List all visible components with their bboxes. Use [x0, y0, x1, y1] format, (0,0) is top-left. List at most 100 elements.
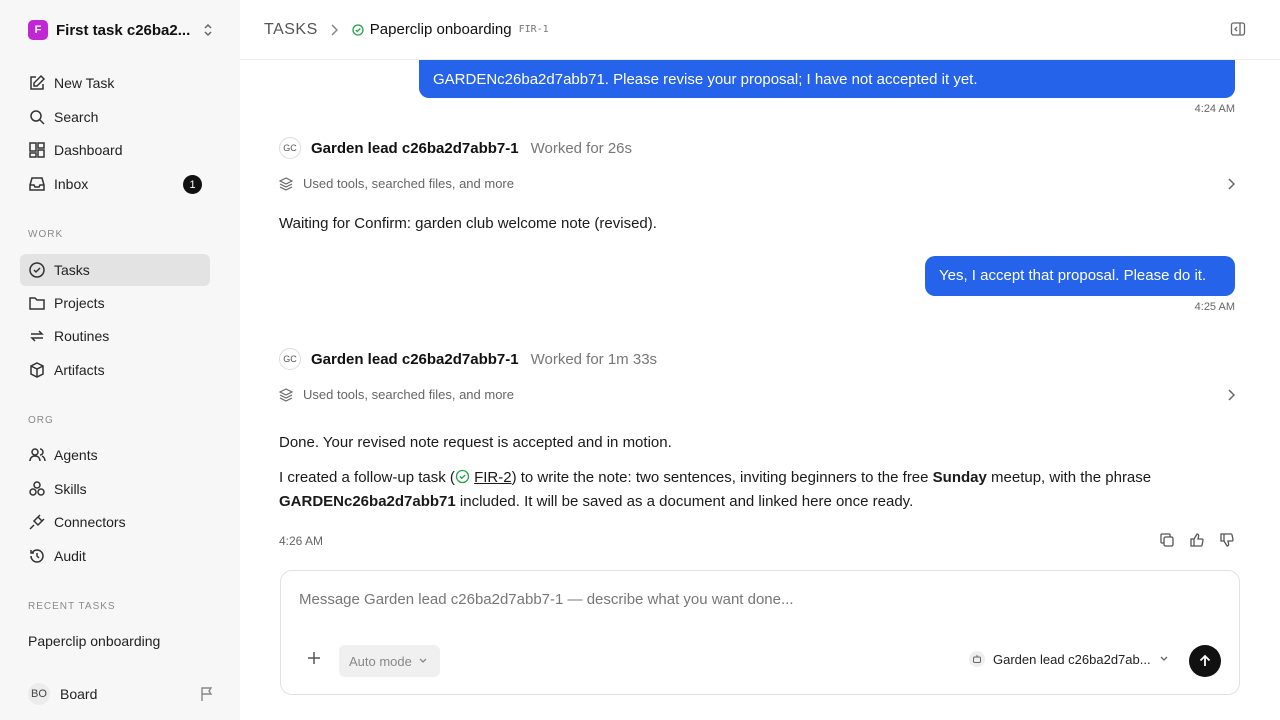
- recent-task-item[interactable]: Paperclip onboarding: [28, 633, 160, 649]
- bot-icon: [969, 651, 985, 667]
- breadcrumb-root[interactable]: TASKS: [264, 21, 318, 39]
- send-button[interactable]: [1189, 645, 1221, 677]
- message-time: 4:25 AM: [1194, 301, 1235, 313]
- nav-label: Inbox: [54, 176, 89, 192]
- nav-search[interactable]: Search: [20, 101, 210, 133]
- section-label-work: WORK: [28, 229, 64, 240]
- message-text: Yes, I accept that proposal. Please do i…: [939, 267, 1207, 284]
- bold-text: Sunday: [932, 469, 987, 486]
- repeat-icon: [28, 327, 46, 345]
- nav-inbox[interactable]: Inbox 1: [20, 168, 210, 200]
- nav-label: Skills: [54, 481, 87, 497]
- run-duration: Worked for 1m 33s: [530, 350, 658, 368]
- tools-summary-label: Used tools, searched files, and more: [303, 176, 514, 191]
- edit-icon: [28, 74, 46, 92]
- message-time: 4:24 AM: [1194, 103, 1235, 115]
- nav-label: Routines: [54, 328, 110, 344]
- tools-summary-row[interactable]: Used tools, searched files, and more: [279, 176, 1235, 191]
- thread: GARDENc26ba2d7abb71. Please revise your …: [240, 38, 1280, 720]
- check-circle-icon: [28, 261, 46, 279]
- tools-summary-label: Used tools, searched files, and more: [303, 387, 514, 402]
- plus-icon[interactable]: [307, 651, 321, 665]
- agent-run-header: GC Garden lead c26ba2d7abb7-1 Worked for…: [279, 137, 632, 159]
- mode-label: Auto mode: [349, 653, 412, 669]
- user-message-bubble: Yes, I accept that proposal. Please do i…: [925, 256, 1235, 296]
- workspace-name: First task c26ba2...: [56, 21, 191, 39]
- workspace-logo: F: [28, 20, 48, 40]
- users-icon: [28, 446, 46, 464]
- mode-select[interactable]: Auto mode: [339, 645, 440, 677]
- nav-tasks[interactable]: Tasks: [20, 254, 210, 286]
- agent-run-header: GC Garden lead c26ba2d7abb7-1 Worked for…: [279, 348, 657, 370]
- panel-toggle-icon[interactable]: [1230, 21, 1246, 37]
- nav-dashboard[interactable]: Dashboard: [20, 134, 210, 166]
- avatar: GC: [279, 348, 301, 370]
- board-label: Board: [60, 686, 98, 702]
- message-input[interactable]: [299, 591, 1199, 608]
- message-text: GARDENc26ba2d7abb71. Please revise your …: [433, 71, 978, 88]
- nav-label: Artifacts: [54, 362, 105, 378]
- status-done-icon: [352, 23, 364, 36]
- section-label-org: ORG: [28, 415, 54, 426]
- nav-new-task[interactable]: New Task: [20, 67, 210, 99]
- layers-icon: [279, 387, 293, 402]
- text-segment: included. It will be saved as a document…: [455, 493, 914, 510]
- nav-label: New Task: [54, 75, 115, 91]
- nav-label: Dashboard: [54, 142, 123, 158]
- thumbs-up-icon[interactable]: [1189, 532, 1205, 548]
- message-actions: [1159, 532, 1235, 548]
- tools-summary-row[interactable]: Used tools, searched files, and more: [279, 387, 1235, 402]
- nav-connectors[interactable]: Connectors: [20, 506, 210, 538]
- nav-skills[interactable]: Skills: [20, 473, 210, 505]
- chevron-right-icon: [330, 23, 338, 36]
- page-title: Paperclip onboarding: [369, 21, 512, 38]
- nav-audit[interactable]: Audit: [20, 540, 210, 572]
- avatar: GC: [279, 137, 301, 159]
- nav-agents[interactable]: Agents: [20, 439, 210, 471]
- agent-message-text: Done. Your revised note request is accep…: [279, 434, 672, 451]
- task-link[interactable]: FIR-2: [474, 469, 512, 486]
- folder-icon: [28, 294, 46, 312]
- chevron-down-icon: [418, 657, 428, 665]
- avatar: BO: [28, 683, 50, 705]
- chevron-right-icon: [1227, 177, 1235, 190]
- copy-icon[interactable]: [1159, 532, 1175, 548]
- nav-label: Audit: [54, 548, 86, 564]
- agent-message-text: Waiting for Confirm: garden club welcome…: [279, 215, 657, 232]
- text-segment: I created a follow-up task (: [279, 469, 455, 486]
- nav-label: Tasks: [54, 262, 90, 278]
- section-label-recent: RECENT TASKS: [28, 601, 116, 612]
- nav-routines[interactable]: Routines: [20, 320, 210, 352]
- inbox-count-badge: 1: [183, 175, 202, 194]
- nav-label: Agents: [54, 447, 98, 463]
- flag-icon[interactable]: [200, 686, 214, 702]
- nav-label: Connectors: [54, 514, 126, 530]
- nav-projects[interactable]: Projects: [20, 287, 210, 319]
- message-time: 4:26 AM: [279, 534, 324, 548]
- text-segment: meetup, with the phrase: [986, 469, 1152, 486]
- nav-label: Projects: [54, 295, 105, 311]
- bold-text: GARDENc26ba2d7abb71: [279, 493, 456, 510]
- agent-select-label: Garden lead c26ba2d7ab...: [993, 651, 1151, 667]
- chevron-up-down-icon: [202, 23, 214, 37]
- task-id-badge: FIR-1: [518, 24, 549, 35]
- plug-icon: [28, 513, 46, 531]
- page-header: TASKS Paperclip onboarding FIR-1: [240, 0, 1280, 60]
- board-switcher[interactable]: BO Board: [28, 683, 214, 705]
- arrow-up-icon: [1198, 654, 1212, 668]
- status-done-icon: [455, 469, 470, 484]
- dashboard-icon: [28, 141, 46, 159]
- inbox-icon: [28, 175, 46, 193]
- agent-message-text: I created a follow-up task ( FIR-2) to w…: [279, 466, 1239, 514]
- text-segment: ) to write the note: two sentences, invi…: [511, 469, 933, 486]
- agent-select[interactable]: Garden lead c26ba2d7ab...: [969, 651, 1169, 667]
- box-icon: [28, 361, 46, 379]
- history-icon: [28, 547, 46, 565]
- chevron-down-icon: [1159, 655, 1169, 663]
- workspace-switcher[interactable]: F First task c26ba2...: [28, 20, 214, 40]
- nav-label: Search: [54, 109, 99, 125]
- nav-artifacts[interactable]: Artifacts: [20, 354, 210, 386]
- chevron-right-icon: [1227, 388, 1235, 401]
- run-duration: Worked for 26s: [530, 139, 633, 157]
- thumbs-down-icon[interactable]: [1219, 532, 1235, 548]
